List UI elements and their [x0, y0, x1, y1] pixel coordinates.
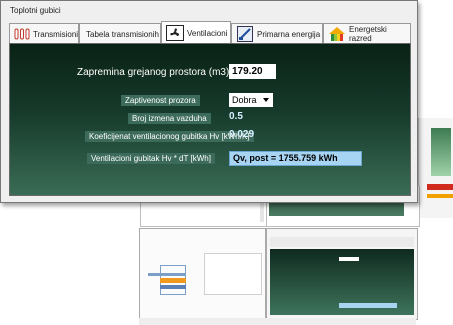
heated-volume-field[interactable]: 179.20 [229, 64, 276, 79]
ventilation-loss-label: Ventilacioni gubitak Hv * dT [kWh] [87, 153, 215, 164]
tab-bar: Transmisioni Tabela transmisionih Ventil… [9, 21, 411, 44]
background-diagram-line [148, 273, 186, 276]
tab-ventilation[interactable]: Ventilacioni [161, 21, 231, 44]
window-sealing-select[interactable]: Dobra [229, 93, 273, 107]
background-taskbar-strip [139, 318, 416, 325]
tab-label: Primarna energija [257, 29, 321, 39]
tab-transmission-table[interactable]: Tabela transmisionih [79, 23, 161, 44]
air-exchange-value: 0.5 [229, 111, 243, 122]
tab-label: Ventilacioni [187, 28, 228, 38]
background-chart-strip [431, 128, 451, 176]
background-value-box [339, 257, 359, 261]
tab-energy-class[interactable]: Energetski razred [323, 23, 411, 44]
background-result-box [339, 303, 397, 308]
background-window-bottom-left [139, 228, 266, 320]
heated-volume-label: Zapremina grejanog prostora (m3) [77, 67, 230, 78]
background-window-bottom-right [266, 228, 418, 320]
tab-label: Tabela transmisionih [86, 29, 159, 39]
ventilation-loss-result: Qv, post = 1755.759 kWh [229, 151, 362, 166]
tab-primary-energy[interactable]: Primarna energija [231, 23, 323, 44]
ventilation-panel: Zapremina grejanog prostora (m3) 179.20 … [9, 43, 411, 196]
background-tabs-bar [270, 237, 414, 247]
tab-label: Transmisioni [33, 29, 79, 39]
window-sealing-value: Dobra [232, 95, 257, 105]
heat-loss-window: Toplotni gubici Transmisioni Tabela tran… [0, 0, 418, 203]
energy-class-house-icon [328, 26, 346, 42]
tab-transmission[interactable]: Transmisioni [9, 23, 79, 44]
background-orange-bar [427, 194, 453, 198]
background-red-bar [427, 184, 453, 190]
background-window-right [418, 118, 453, 218]
air-exchange-label: Broj izmena vazduha [128, 113, 211, 124]
background-legend-box [204, 253, 262, 295]
radiator-icon [14, 26, 30, 42]
window-sealing-label: Zaptivenost prozora [121, 95, 200, 106]
window-title: Toplotni gubici [10, 6, 61, 15]
chevron-down-icon [263, 98, 269, 102]
tab-label: Energetski razred [349, 25, 387, 43]
energy-meter-icon [236, 26, 254, 42]
fan-icon [166, 25, 184, 41]
background-diagram-orange [160, 278, 186, 283]
background-diagram-blue [160, 285, 186, 289]
ventilation-coefficient-value: 0.029 [229, 129, 255, 140]
